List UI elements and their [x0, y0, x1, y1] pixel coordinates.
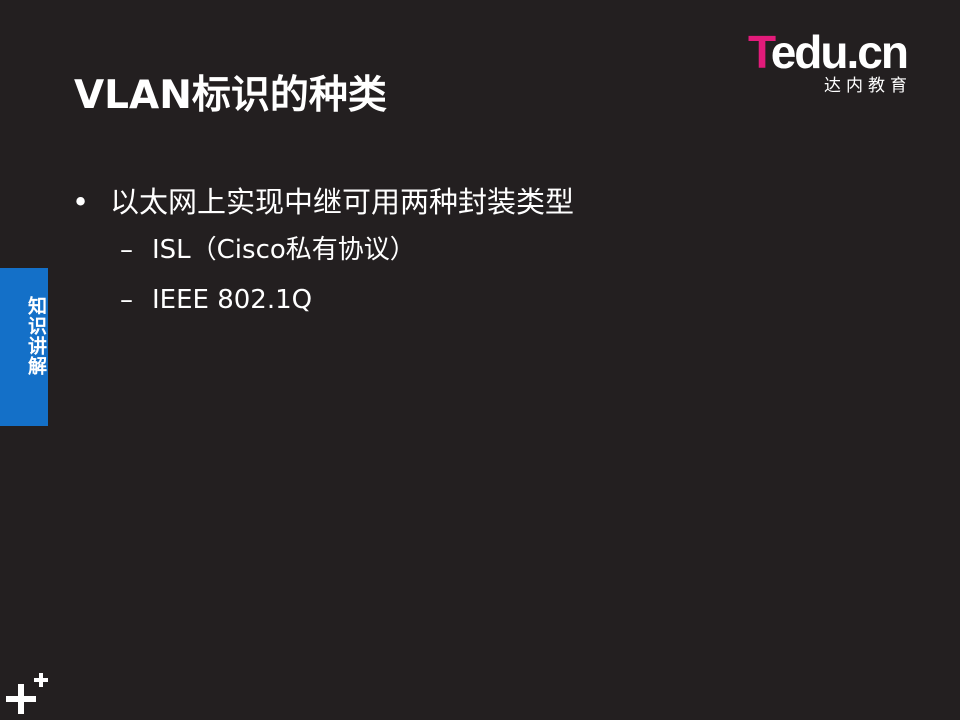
slide: Tedu.cn 达内教育 VLAN标识的种类 • 以太网上实现中继可用两种封装类… [0, 0, 960, 720]
logo-initial: T [748, 26, 773, 78]
bullet-text: 以太网上实现中继可用两种封装类型 [110, 185, 575, 219]
dash-icon: – [120, 285, 133, 315]
dash-icon: – [120, 235, 133, 265]
sub-bullet-text: ISL（Cisco私有协议） [152, 235, 416, 265]
logo-wordmark: Tedu.cn [748, 26, 909, 78]
bullet-item: • 以太网上实现中继可用两种封装类型 [72, 178, 872, 226]
logo-domain: edu.cn [770, 26, 909, 78]
bullet-list: • 以太网上实现中继可用两种封装类型 – ISL（Cisco私有协议） – IE… [72, 178, 872, 326]
section-tab: 知识讲解 [0, 268, 48, 426]
section-tab-inner: 知识讲解 [12, 296, 47, 406]
sub-bullet-text: IEEE 802.1Q [152, 285, 313, 315]
logo-subtitle: 达内教育 [824, 76, 912, 96]
section-tab-label: 知识讲解 [25, 296, 47, 376]
slide-title: VLAN标识的种类 [74, 73, 387, 118]
tedu-logo: Tedu.cn 达内教育 [748, 28, 928, 98]
sub-bullet-item: – ISL（Cisco私有协议） [72, 226, 872, 276]
bullet-dot-icon: • [72, 185, 90, 219]
sub-bullet-item: – IEEE 802.1Q [72, 276, 872, 326]
plus-icon [6, 673, 48, 714]
